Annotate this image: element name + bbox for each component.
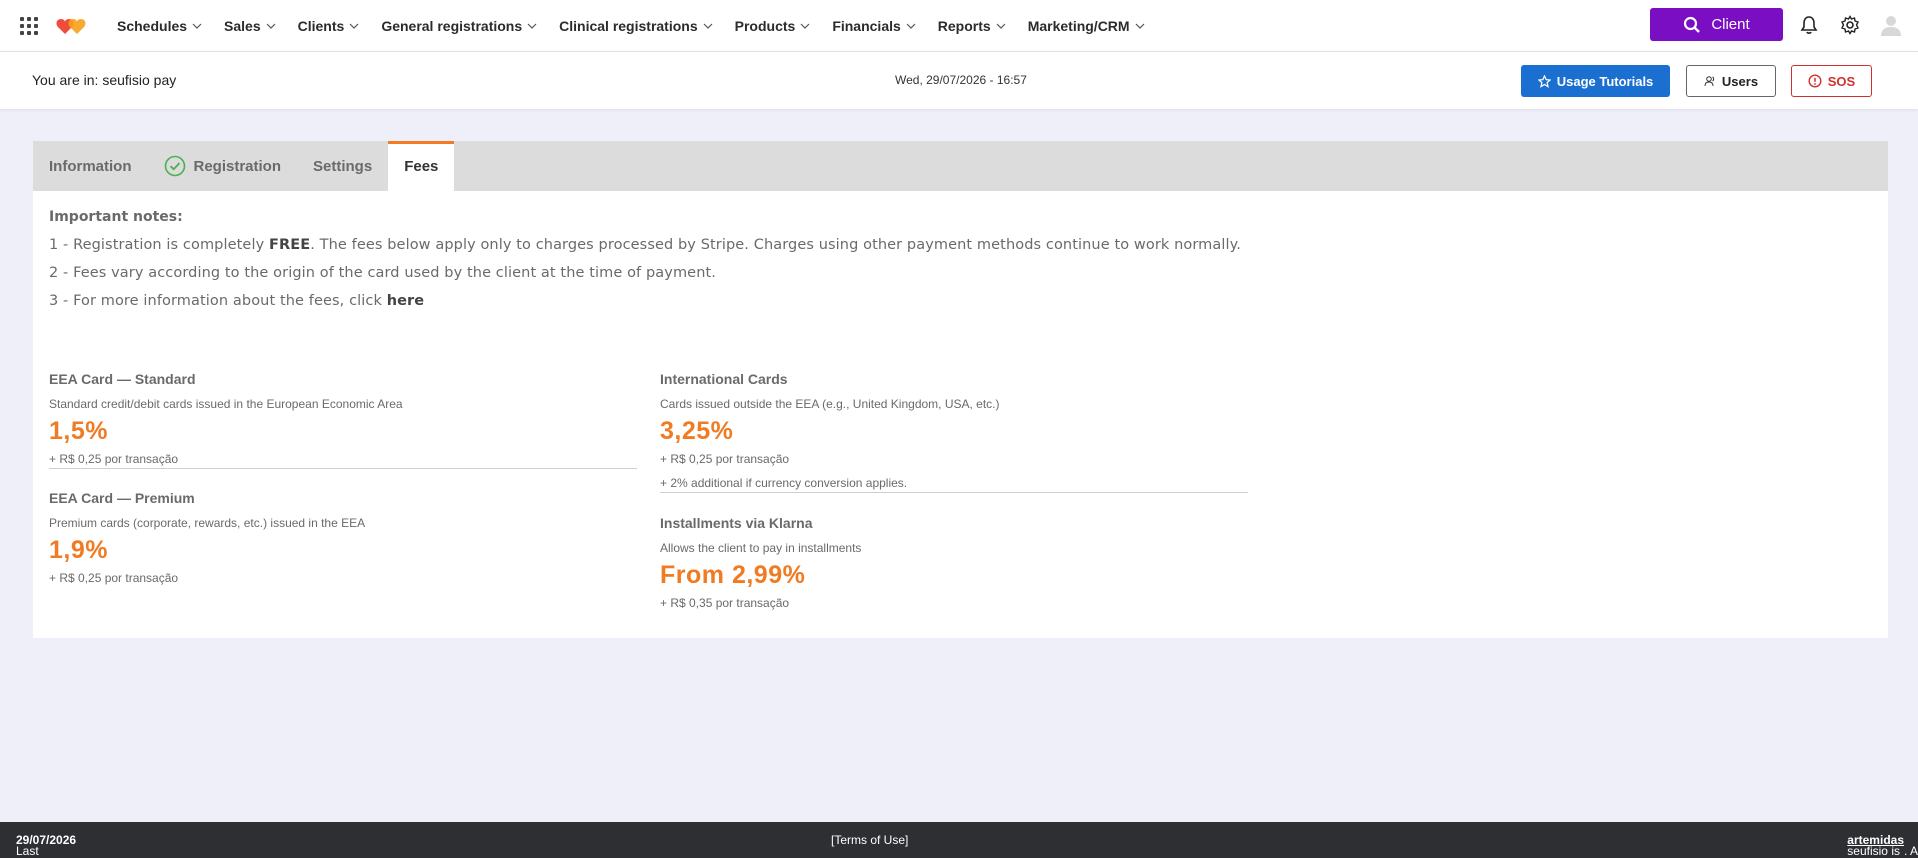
fee-eea-premium: EEA Card — Premium Premium cards (corpor…: [49, 490, 637, 585]
footer: Last update: 29/07/2026 [Terms of Use] s…: [0, 822, 1918, 858]
menu-label: Marketing/CRM: [1027, 17, 1130, 34]
users-button[interactable]: Users: [1686, 65, 1776, 97]
settings-card: Information Registration Settings Fees I…: [33, 141, 1888, 638]
fee-percentage: 3,25%: [660, 417, 734, 445]
fee-extra-conversion: + 2% additional if currency conversion a…: [660, 476, 908, 490]
gear-icon[interactable]: [1839, 14, 1861, 36]
menu-reports[interactable]: Reports: [927, 18, 1017, 34]
users-label: Users: [1721, 73, 1759, 89]
fee-description: Premium cards (corporate, rewards, etc.)…: [49, 516, 366, 530]
note-text: 3 - For more information about the fees,…: [49, 293, 387, 309]
menu-label: Sales: [224, 17, 261, 34]
fee-extra: + R$ 0,25 por transação: [660, 452, 790, 466]
footer-credit: seufisio is a solution by artemidas. All…: [1847, 833, 1918, 858]
fee-percentage: 1,9%: [49, 536, 108, 564]
menu-clinical-registrations[interactable]: Clinical registrations: [548, 18, 723, 34]
brand-logo[interactable]: [54, 15, 88, 37]
tab-registration[interactable]: Registration: [148, 141, 298, 191]
menu-general-registrations[interactable]: General registrations: [370, 18, 548, 34]
usage-tutorials-button[interactable]: Usage Tutorials: [1521, 65, 1670, 97]
tab-label: Registration: [193, 157, 282, 175]
credit-text: seufisio is a solution by: [1847, 844, 1900, 858]
star-icon: [1537, 74, 1551, 88]
menu-marketing-crm[interactable]: Marketing/CRM: [1017, 18, 1156, 34]
breadcrumb: You are in: seufisio pay: [32, 72, 177, 88]
current-datetime: Wed, 29/07/2026 - 16:57: [895, 73, 1027, 87]
fee-klarna: Installments via Klarna Allows the clien…: [660, 515, 1248, 610]
menu-label: General registrations: [381, 17, 523, 34]
last-update: Last update: 29/07/2026: [16, 833, 76, 858]
fee-title: EEA Card — Premium: [49, 490, 195, 506]
check-circle-icon: [164, 155, 185, 177]
fee-extra: + R$ 0,25 por transação: [49, 452, 179, 466]
menu-products[interactable]: Products: [724, 18, 822, 34]
client-button-label: Client: [1711, 16, 1750, 33]
free-emphasis: FREE: [268, 237, 311, 253]
fee-eea-standard: EEA Card — Standard Standard credit/debi…: [49, 371, 637, 469]
fee-description: Standard credit/debit cards issued in th…: [49, 397, 403, 411]
user-avatar-icon[interactable]: [1880, 14, 1902, 36]
menu-schedules[interactable]: Schedules: [106, 18, 213, 34]
apps-grid-icon[interactable]: [20, 16, 38, 35]
fee-percentage: From 2,99%: [660, 561, 806, 589]
chevron-down-icon: [1135, 23, 1145, 29]
notes-title: Important notes:: [49, 209, 183, 225]
fee-description: Cards issued outside the EEA (e.g., Unit…: [660, 397, 1000, 411]
bell-icon[interactable]: [1798, 14, 1820, 36]
tab-label: Fees: [404, 157, 439, 175]
menu-label: Reports: [937, 17, 991, 34]
menu-label: Clients: [297, 17, 345, 34]
menu-clients[interactable]: Clients: [287, 18, 371, 34]
menu-label: Products: [734, 17, 796, 34]
fee-international: International Cards Cards issued outside…: [660, 371, 1248, 493]
menu-label: Clinical registrations: [559, 17, 698, 34]
fee-percentage: 1,5%: [49, 417, 108, 445]
main-menu: Schedules Sales Clients General registra…: [106, 18, 1156, 34]
sos-button[interactable]: SOS: [1791, 65, 1872, 97]
last-update-label: Last update:: [16, 844, 39, 858]
search-icon: [1684, 16, 1701, 33]
usage-tutorials-label: Usage Tutorials: [1556, 73, 1654, 89]
note-text: 1 - Registration is completely: [49, 237, 269, 253]
note-2: 2 - Fees vary according to the origin of…: [49, 265, 716, 281]
tab-bar: Information Registration Settings Fees: [33, 141, 1888, 191]
tab-label: Information: [49, 157, 132, 175]
menu-financials[interactable]: Financials: [821, 18, 926, 34]
menu-label: Schedules: [117, 17, 188, 34]
chevron-down-icon: [800, 23, 810, 29]
client-search-button[interactable]: Client: [1650, 8, 1783, 41]
fee-extra: + R$ 0,35 por transação: [660, 596, 790, 610]
tab-information[interactable]: Information: [33, 141, 148, 191]
sub-header: You are in: seufisio pay Wed, 29/07/2026…: [0, 52, 1918, 109]
fees-panel: Important notes: 1 - Registration is com…: [33, 191, 1888, 339]
chevron-down-icon: [906, 23, 916, 29]
fee-title: EEA Card — Standard: [49, 371, 196, 387]
tab-label: Settings: [313, 157, 373, 175]
credit-text: . All rights reserved.: [1904, 844, 1918, 858]
fee-title: Installments via Klarna: [660, 515, 813, 531]
chevron-down-icon: [996, 23, 1006, 29]
fees-info-link[interactable]: here: [387, 293, 425, 309]
chevron-down-icon: [266, 23, 276, 29]
menu-sales[interactable]: Sales: [213, 18, 287, 34]
alert-circle-icon: [1808, 74, 1822, 88]
tab-fees[interactable]: Fees: [388, 141, 455, 191]
terms-of-use-link[interactable]: [Terms of Use]: [831, 833, 908, 847]
fee-extra: + R$ 0,25 por transação: [49, 571, 179, 585]
chevron-down-icon: [192, 23, 202, 29]
note-text: . The fees below apply only to charges p…: [310, 237, 1241, 253]
sos-label: SOS: [1827, 73, 1856, 89]
note-1: 1 - Registration is completely FREE. The…: [49, 237, 1872, 253]
fee-description: Allows the client to pay in installments: [660, 541, 862, 555]
menu-label: Financials: [832, 17, 901, 34]
chevron-down-icon: [527, 23, 537, 29]
top-navbar: Schedules Sales Clients General registra…: [0, 0, 1918, 52]
fee-title: International Cards: [660, 371, 788, 387]
chevron-down-icon: [703, 23, 713, 29]
note-3: 3 - For more information about the fees,…: [49, 293, 1872, 309]
users-icon: [1704, 76, 1715, 87]
chevron-down-icon: [349, 23, 359, 29]
tab-settings[interactable]: Settings: [297, 141, 388, 191]
